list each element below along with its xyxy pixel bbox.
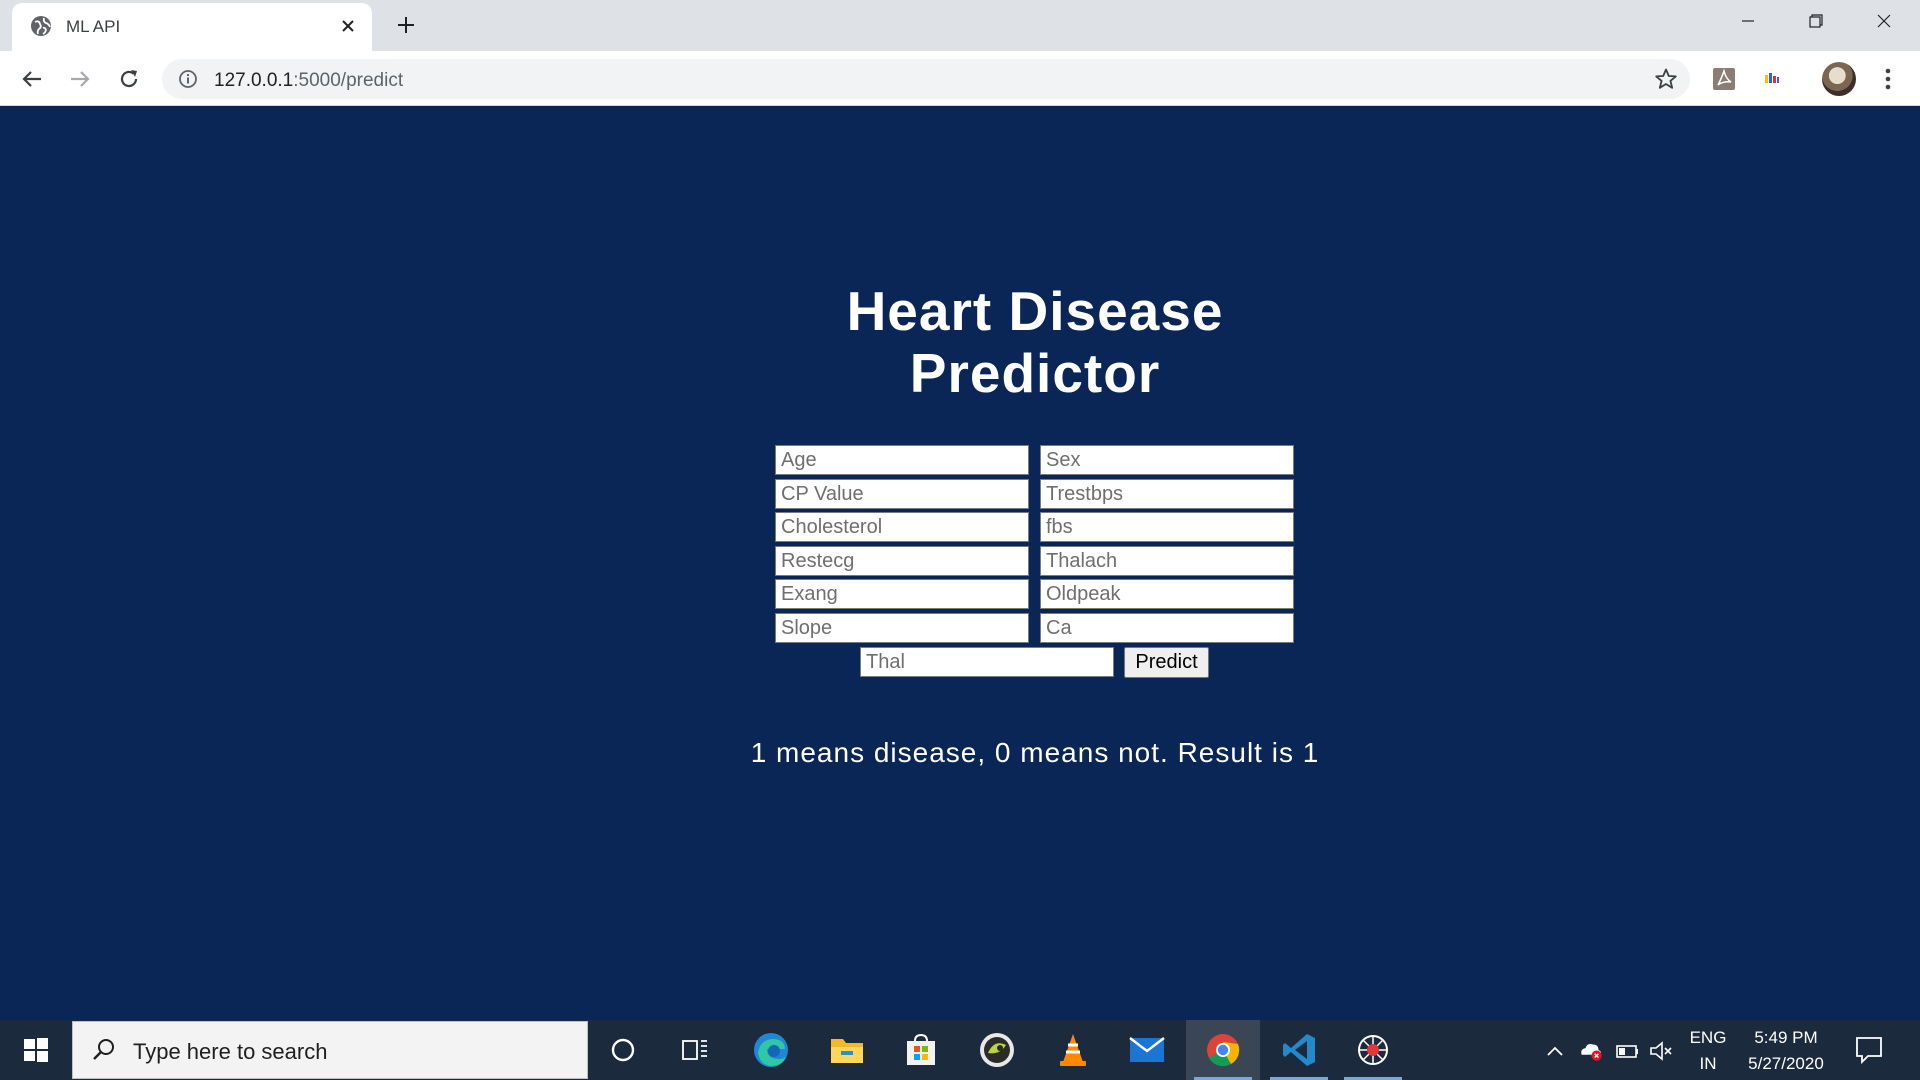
- clock-time: 5:49 PM: [1754, 1028, 1818, 1047]
- color-extension-icon[interactable]: [1758, 65, 1786, 93]
- forward-arrow-icon[interactable]: [63, 62, 97, 96]
- vlc-player-icon[interactable]: [1036, 1020, 1110, 1080]
- age-field[interactable]: [775, 445, 1029, 475]
- pdf-extension-icon[interactable]: [1710, 65, 1738, 93]
- title-line-2: Predictor: [909, 342, 1161, 404]
- vscode-icon[interactable]: [1262, 1020, 1336, 1080]
- reload-icon[interactable]: [112, 62, 146, 96]
- browser-tab[interactable]: ML API: [12, 3, 372, 51]
- sex-field[interactable]: [1040, 445, 1294, 475]
- profile-avatar[interactable]: [1822, 62, 1856, 96]
- thalach-field[interactable]: [1040, 546, 1294, 576]
- fbs-field[interactable]: [1040, 512, 1294, 542]
- edge-browser-icon[interactable]: [734, 1020, 808, 1080]
- close-tab-icon[interactable]: [336, 14, 360, 38]
- prediction-result: 1 means disease, 0 means not. Result is …: [750, 737, 1320, 768]
- spider-app-icon[interactable]: [1336, 1020, 1410, 1080]
- address-bar[interactable]: 127.0.0.1:5000/predict: [162, 59, 1690, 99]
- cortana-icon[interactable]: [586, 1020, 660, 1080]
- restecg-field[interactable]: [775, 546, 1029, 576]
- oldpeak-field[interactable]: [1040, 579, 1294, 609]
- clock-date: 5/27/2020: [1748, 1054, 1824, 1073]
- search-placeholder: Type here to search: [133, 1039, 328, 1064]
- battery-icon[interactable]: [1614, 1038, 1640, 1064]
- microsoft-store-icon[interactable]: [884, 1020, 958, 1080]
- cholesterol-field[interactable]: [775, 512, 1029, 542]
- show-hidden-icons[interactable]: [1542, 1038, 1568, 1064]
- info-icon[interactable]: [178, 69, 198, 89]
- mail-icon[interactable]: [1110, 1020, 1184, 1080]
- more-menu-icon[interactable]: [1874, 64, 1902, 94]
- browser-toolbar: 127.0.0.1:5000/predict: [0, 51, 1920, 106]
- onedrive-error-icon[interactable]: [1578, 1038, 1604, 1064]
- clock[interactable]: 5:49 PM 5/27/2020: [1738, 1028, 1834, 1074]
- taskbar-search-box[interactable]: Type here to search: [72, 1021, 588, 1079]
- slope-field[interactable]: [775, 613, 1029, 643]
- language-indicator[interactable]: ENG IN: [1686, 1028, 1730, 1074]
- window-close-icon[interactable]: [1850, 0, 1918, 42]
- restore-icon[interactable]: [1782, 0, 1850, 42]
- task-view-icon[interactable]: [658, 1020, 732, 1080]
- windows-taskbar: Type here to search ENG IN 5:49 PM 5/27/…: [0, 1020, 1920, 1080]
- tab-title: ML API: [66, 17, 121, 36]
- tab-strip: ML API: [0, 0, 1920, 51]
- notification-center-icon[interactable]: [1854, 1034, 1884, 1066]
- title-line-1: Heart Disease: [846, 280, 1224, 342]
- back-arrow-icon[interactable]: [15, 62, 49, 96]
- search-icon: [93, 1039, 114, 1060]
- minimize-icon[interactable]: [1714, 0, 1782, 42]
- page-title: Heart Disease Predictor: [760, 280, 1310, 404]
- chrome-icon[interactable]: [1186, 1020, 1260, 1080]
- globe-icon: [31, 16, 51, 36]
- thal-field[interactable]: [860, 647, 1114, 677]
- bookmark-star-icon[interactable]: [1654, 67, 1678, 91]
- trestbps-field[interactable]: [1040, 479, 1294, 509]
- windows-start-icon[interactable]: [0, 1020, 72, 1080]
- language-code: ENG: [1689, 1028, 1727, 1047]
- volume-muted-icon[interactable]: [1648, 1038, 1674, 1064]
- predict-button[interactable]: Predict: [1124, 647, 1209, 678]
- cp-value-field[interactable]: [775, 479, 1029, 509]
- exang-field[interactable]: [775, 579, 1029, 609]
- gaming-app-icon[interactable]: [960, 1020, 1034, 1080]
- file-explorer-icon[interactable]: [810, 1020, 884, 1080]
- page-body: Heart Disease Predictor Predict 1 means …: [0, 106, 1920, 1020]
- url-text[interactable]: 127.0.0.1:5000/predict: [214, 70, 403, 92]
- ca-field[interactable]: [1040, 613, 1294, 643]
- new-tab-icon[interactable]: [392, 11, 420, 39]
- region-code: IN: [1699, 1054, 1717, 1073]
